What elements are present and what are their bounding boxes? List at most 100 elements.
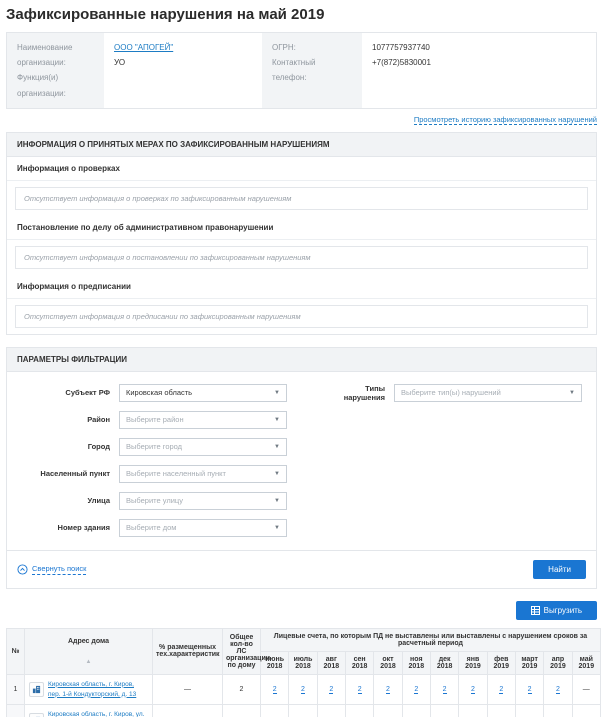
collapse-search-link[interactable]: Свернуть поиск — [17, 564, 86, 575]
account-count-link[interactable]: 2 — [358, 686, 362, 694]
col-header-month: дек 2018 — [430, 651, 458, 674]
row-number: 2 — [7, 705, 25, 717]
col-header-month: сен 2018 — [345, 651, 373, 674]
street-label: Улица — [17, 496, 119, 505]
settlement-label: Населенный пункт — [17, 469, 119, 478]
no-data-dash: — — [583, 686, 590, 693]
violation-types-select[interactable]: Выберите тип(ы) нарушений ▼ — [394, 384, 582, 402]
resolution-empty-text: Отсутствует информация о постановлении п… — [15, 246, 588, 269]
collapse-search-label: Свернуть поиск — [32, 564, 86, 575]
ogrn-value: 1077757937740 — [372, 40, 586, 55]
account-count-link[interactable]: 2 — [329, 686, 333, 694]
col-header-month: апр 2019 — [544, 651, 572, 674]
org-info-card: Наименование организации: Функция(и) орг… — [6, 32, 597, 109]
chevron-down-icon: ▼ — [274, 498, 280, 504]
account-count-link[interactable]: 2 — [556, 686, 560, 694]
view-history-link[interactable]: Просмотреть историю зафиксированных нару… — [414, 115, 597, 125]
account-count-link[interactable]: 2 — [386, 686, 390, 694]
resolution-heading: Постановление по делу об административно… — [7, 216, 596, 240]
filter-row-city: Город Выберите город ▼ — [17, 438, 302, 456]
district-select[interactable]: Выберите район ▼ — [119, 411, 287, 429]
export-button-label: Выгрузить — [544, 606, 582, 615]
org-function-value: УО — [114, 55, 252, 70]
subject-rf-label: Субъект РФ — [17, 388, 119, 397]
account-count-link[interactable]: 2 — [273, 686, 277, 694]
col-header-month: ноя 2018 — [402, 651, 430, 674]
chevron-down-icon: ▼ — [274, 471, 280, 477]
history-link-row: Просмотреть историю зафиксированных нару… — [6, 115, 597, 124]
violations-table: № Адрес дома ▲ % размещенных тех.характе… — [6, 628, 601, 717]
table-row: 1 Кировская область, г. Киров, пер. 1-й … — [7, 674, 601, 705]
org-labels-right: ОГРН: Контактный телефон: — [262, 33, 362, 108]
violation-types-label: Типы нарушения — [330, 384, 394, 402]
chevron-down-icon: ▼ — [274, 390, 280, 396]
table-row: 2 Кировская область, г. Киров, ул. Ленин… — [7, 705, 601, 717]
filters-panel-title: ПАРАМЕТРЫ ФИЛЬТРАЦИИ — [7, 348, 596, 372]
org-function-label: Функция(и) организации: — [17, 70, 94, 100]
filters-panel: ПАРАМЕТРЫ ФИЛЬТРАЦИИ Субъект РФ Кировска… — [6, 347, 597, 589]
account-count-link[interactable]: 2 — [414, 686, 418, 694]
measures-panel: ИНФОРМАЦИЯ О ПРИНЯТЫХ МЕРАХ ПО ЗАФИКСИРО… — [6, 132, 597, 335]
spreadsheet-icon — [531, 606, 540, 615]
city-placeholder: Выберите город — [126, 442, 182, 451]
total-cell: 2 — [223, 674, 261, 705]
inspections-empty-text: Отсутствует информация о проверках по за… — [15, 187, 588, 210]
col-header-month: янв 2019 — [459, 651, 487, 674]
col-header-month: июль 2018 — [289, 651, 317, 674]
filter-row-violation-types: Типы нарушения Выберите тип(ы) нарушений… — [330, 384, 586, 402]
chevron-down-icon: ▼ — [274, 444, 280, 450]
address-link[interactable]: Кировская область, г. Киров, ул. Ленина,… — [48, 710, 148, 717]
account-count-link[interactable]: 2 — [301, 686, 305, 694]
export-row: Выгрузить — [6, 601, 597, 620]
collapse-circle-up-icon — [17, 564, 28, 575]
address-link[interactable]: Кировская область, г. Киров, пер. 1-й Ко… — [48, 680, 148, 700]
col-header-no: № — [7, 628, 25, 674]
org-values-left: ООО "АПОГЕЙ" УО — [104, 33, 262, 108]
org-name-link[interactable]: ООО "АПОГЕЙ" — [114, 43, 173, 52]
page: Зафиксированные нарушения на май 2019 На… — [0, 0, 603, 717]
filter-row-house: Номер здания Выберите дом ▼ — [17, 519, 302, 537]
filter-row-subject: Субъект РФ Кировская область ▼ — [17, 384, 302, 402]
percent-cell: — — [153, 674, 223, 705]
subject-rf-value: Кировская область — [126, 388, 192, 397]
total-cell: 2 — [223, 705, 261, 717]
col-header-address[interactable]: Адрес дома ▲ — [25, 628, 153, 674]
row-number: 1 — [7, 674, 25, 705]
street-select[interactable]: Выберите улицу ▼ — [119, 492, 287, 510]
chevron-down-icon: ▼ — [274, 417, 280, 423]
prescription-heading: Информация о предписании — [7, 275, 596, 299]
filters-body: Субъект РФ Кировская область ▼ Район Выб… — [7, 372, 596, 550]
building-icon — [29, 713, 44, 717]
export-button[interactable]: Выгрузить — [516, 601, 597, 620]
account-count-link[interactable]: 2 — [528, 686, 532, 694]
settlement-select[interactable]: Выберите населенный пункт ▼ — [119, 465, 287, 483]
house-number-placeholder: Выберите дом — [126, 523, 176, 532]
city-label: Город — [17, 442, 119, 451]
col-header-accounts-group: Лицевые счета, по которым ПД не выставле… — [261, 628, 601, 651]
house-number-select[interactable]: Выберите дом ▼ — [119, 519, 287, 537]
col-header-month: фев 2019 — [487, 651, 515, 674]
chevron-down-icon: ▼ — [274, 525, 280, 531]
col-header-month: март 2019 — [515, 651, 543, 674]
org-labels-left: Наименование организации: Функция(и) орг… — [7, 33, 104, 108]
settlement-placeholder: Выберите населенный пункт — [126, 469, 226, 478]
search-button[interactable]: Найти — [533, 560, 586, 579]
district-placeholder: Выберите район — [126, 415, 184, 424]
col-header-month: май 2019 — [572, 651, 600, 674]
page-title: Зафиксированные нарушения на май 2019 — [6, 6, 599, 23]
city-select[interactable]: Выберите город ▼ — [119, 438, 287, 456]
subject-rf-select[interactable]: Кировская область ▼ — [119, 384, 287, 402]
org-name-label: Наименование организации: — [17, 40, 94, 70]
prescription-empty-text: Отсутствует информация о предписании по … — [15, 305, 588, 328]
filters-right-column: Типы нарушения Выберите тип(ы) нарушений… — [330, 384, 586, 546]
measures-panel-title: ИНФОРМАЦИЯ О ПРИНЯТЫХ МЕРАХ ПО ЗАФИКСИРО… — [7, 133, 596, 157]
sort-asc-icon[interactable]: ▲ — [28, 659, 149, 665]
phone-value: +7(872)5830001 — [372, 55, 586, 70]
account-count-link[interactable]: 2 — [471, 686, 475, 694]
account-count-link[interactable]: 2 — [499, 686, 503, 694]
col-header-address-label: Адрес дома — [68, 638, 109, 645]
chevron-down-icon: ▼ — [569, 390, 575, 396]
account-count-link[interactable]: 2 — [443, 686, 447, 694]
street-placeholder: Выберите улицу — [126, 496, 183, 505]
filter-row-settlement: Населенный пункт Выберите населенный пун… — [17, 465, 302, 483]
